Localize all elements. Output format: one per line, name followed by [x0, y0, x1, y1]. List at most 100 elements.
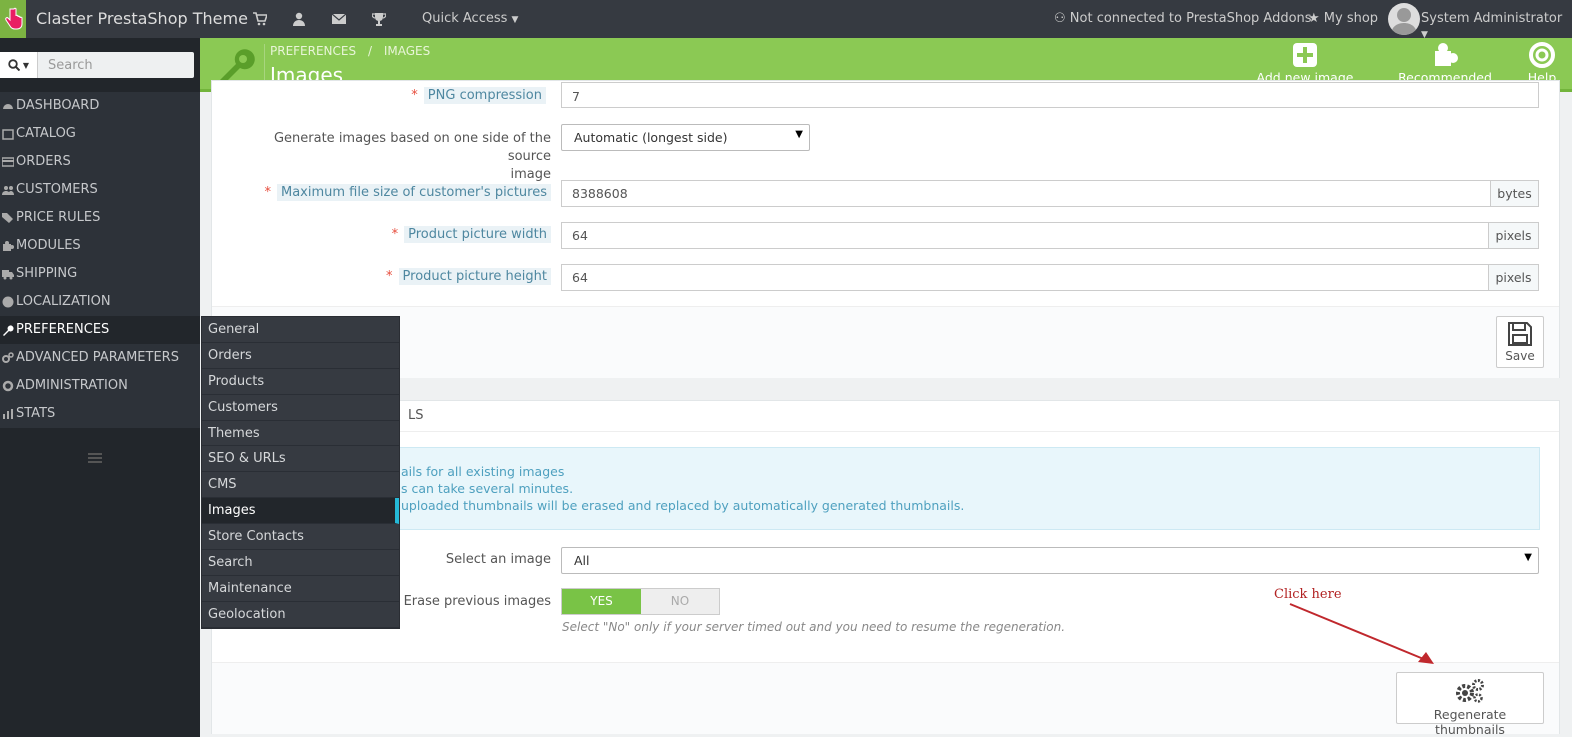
toggle-no[interactable]: NO: [641, 589, 719, 614]
submenu-item-geolocation[interactable]: Geolocation: [202, 602, 399, 628]
panel-footer: [212, 306, 1559, 378]
sidebar-item-localization[interactable]: LOCALIZATION: [0, 288, 200, 316]
sidebar-item-dashboard[interactable]: DASHBOARD: [0, 92, 200, 120]
regenerate-thumbnails-button[interactable]: Regenerate thumbnails: [1396, 672, 1544, 737]
sidebar: ▼ Search DASHBOARD CATALOG ORDERS CUSTOM…: [0, 38, 200, 737]
submenu-item-search[interactable]: Search: [202, 550, 399, 576]
sidebar-item-preferences[interactable]: PREFERENCES: [0, 316, 200, 344]
breadcrumb-separator: /: [367, 44, 372, 58]
shop-logo[interactable]: [0, 0, 26, 38]
alert-line: uploaded thumbnails will be erased and r…: [401, 498, 965, 513]
quick-access-dropdown[interactable]: Quick Access ▼: [422, 11, 518, 26]
sidebar-item-catalog[interactable]: CATALOG: [0, 120, 200, 148]
sidebar-item-administration[interactable]: ADMINISTRATION: [0, 372, 200, 400]
png-compression-label: * PNG compression: [230, 87, 546, 104]
wrench-icon: [3, 325, 14, 336]
save-button[interactable]: Save: [1496, 316, 1544, 368]
erase-previous-toggle[interactable]: YES NO: [561, 588, 720, 615]
caret-down-icon: ▼: [795, 129, 803, 140]
dashboard-icon: [3, 104, 13, 109]
sidebar-item-price-rules[interactable]: PRICE RULES: [0, 204, 200, 232]
menu-collapse-icon[interactable]: [88, 452, 102, 464]
globe-icon: [2, 296, 14, 308]
max-file-size-input[interactable]: 8388608: [561, 180, 1491, 207]
sidebar-item-customers[interactable]: CUSTOMERS: [0, 176, 200, 204]
shop-name[interactable]: Claster PrestaShop Theme: [36, 9, 248, 28]
bytes-unit: bytes: [1490, 180, 1539, 207]
help-button[interactable]: Help: [1524, 42, 1560, 85]
cogs-icon: [1456, 679, 1484, 703]
trophy-icon[interactable]: [372, 12, 386, 26]
search-type-button[interactable]: ▼: [0, 52, 38, 78]
user-menu[interactable]: System Administrator ▼: [1421, 11, 1572, 41]
plus-square-icon: [1293, 43, 1317, 67]
star-icon: ★: [1308, 11, 1320, 26]
lifebuoy-icon: [1529, 42, 1555, 68]
toggle-yes[interactable]: YES: [562, 589, 641, 614]
sidebar-item-shipping[interactable]: SHIPPING: [0, 260, 200, 288]
max-file-size-label: * Maximum file size of customer's picture…: [230, 184, 551, 201]
generate-side-select[interactable]: Automatic (longest side) ▼: [561, 124, 810, 151]
puzzle-icon: [3, 241, 14, 251]
submenu-item-seo-urls[interactable]: SEO & URLs: [202, 446, 399, 473]
submenu-item-themes[interactable]: Themes: [202, 421, 399, 447]
caret-down-icon: ▼: [22, 60, 30, 70]
hand-cursor-icon: [5, 7, 23, 30]
alert-line: ails for all existing images: [401, 464, 565, 479]
alert-line: s can take several minutes.: [401, 481, 574, 496]
submenu-item-general[interactable]: General: [202, 317, 399, 343]
submenu-item-customers[interactable]: Customers: [202, 395, 399, 421]
submenu-item-store-contacts[interactable]: Store Contacts: [202, 524, 399, 551]
sidebar-item-advanced-parameters[interactable]: ADVANCED PARAMETERS: [0, 344, 200, 372]
unlink-icon: ⚇: [1054, 11, 1066, 26]
select-image-dropdown[interactable]: All ▼: [561, 547, 1539, 574]
submenu-item-maintenance[interactable]: Maintenance: [202, 576, 399, 602]
submenu-item-cms[interactable]: CMS: [202, 472, 399, 499]
picture-height-input[interactable]: 64: [561, 264, 1489, 291]
orders-icon: [2, 157, 14, 167]
top-bar: Claster PrestaShop Theme Quick Access ▼ …: [0, 0, 1572, 41]
picture-height-label: * Product picture height: [230, 268, 551, 285]
cart-icon[interactable]: [253, 12, 267, 26]
bar-chart-icon: [3, 409, 13, 419]
sidebar-item-modules[interactable]: MODULES: [0, 232, 200, 260]
panel-heading: LS: [212, 401, 1559, 432]
pixels-unit: pixels: [1488, 264, 1539, 291]
catalog-icon: [2, 129, 14, 140]
generate-images-label: Generate images based on one side of the…: [273, 131, 551, 182]
pixels-unit: pixels: [1488, 222, 1539, 249]
search-input[interactable]: Search: [48, 58, 93, 73]
submenu-item-products[interactable]: Products: [202, 369, 399, 395]
my-shop-link[interactable]: ★ My shop: [1308, 11, 1378, 26]
cogs-icon: [2, 352, 14, 363]
avatar[interactable]: [1388, 3, 1420, 35]
picture-width-input[interactable]: 64: [561, 222, 1489, 249]
info-alert: ails for all existing images s can take …: [386, 447, 1540, 530]
erase-hint: Select "No" only if your server timed ou…: [562, 620, 1066, 634]
main-menu: DASHBOARD CATALOG ORDERS CUSTOMERS PRICE…: [0, 92, 200, 428]
addons-status-link[interactable]: ⚇ Not connected to PrestaShop Addons: [1054, 11, 1312, 26]
customers-icon: [2, 186, 14, 195]
preferences-submenu: General Orders Products Customers Themes…: [201, 316, 400, 629]
png-compression-input[interactable]: 7: [561, 82, 1539, 108]
sidebar-item-orders[interactable]: ORDERS: [0, 148, 200, 176]
submenu-item-images[interactable]: Images: [202, 498, 399, 525]
truck-icon: [2, 270, 14, 280]
picture-width-label: * Product picture width: [230, 226, 551, 243]
annotation-arrow: [1289, 603, 1434, 664]
breadcrumb-preferences[interactable]: PREFERENCES: [270, 44, 356, 58]
caret-down-icon: ▼: [1524, 552, 1532, 563]
breadcrumb: PREFERENCES / IMAGES: [270, 44, 438, 58]
sidebar-item-stats[interactable]: STATS: [0, 400, 200, 428]
tags-icon: [2, 213, 13, 223]
search-icon: [8, 59, 20, 71]
breadcrumb-images[interactable]: IMAGES: [384, 44, 430, 58]
save-icon: [1508, 322, 1532, 346]
user-icon[interactable]: [292, 12, 306, 26]
caret-down-icon: ▼: [511, 15, 519, 25]
gear-icon: [2, 380, 14, 392]
submenu-item-orders[interactable]: Orders: [202, 343, 399, 369]
envelope-icon[interactable]: [332, 12, 346, 26]
search-box[interactable]: ▼ Search: [0, 52, 194, 78]
puzzle-icon: [1435, 43, 1458, 66]
